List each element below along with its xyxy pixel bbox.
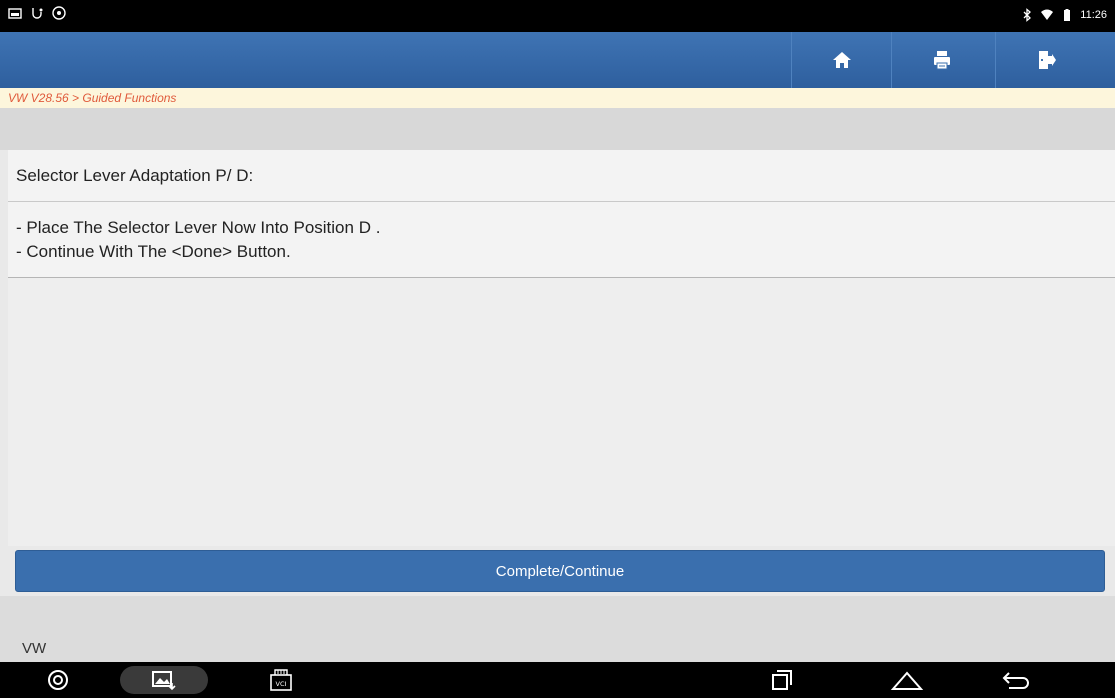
- back-button[interactable]: [996, 666, 1036, 694]
- bluetooth-icon: [1023, 8, 1032, 22]
- gallery-icon: [152, 671, 176, 691]
- content-panel: Selector Lever Adaptation P/ D: - Place …: [8, 150, 1115, 546]
- settings-notification-icon: [52, 6, 66, 20]
- app-toolbar: [0, 32, 1115, 88]
- breadcrumb: VW V28.56 > Guided Functions: [0, 88, 1115, 108]
- complete-continue-button[interactable]: Complete/Continue: [15, 550, 1105, 592]
- instruction-line: - Place The Selector Lever Now Into Posi…: [16, 218, 381, 237]
- print-button[interactable]: [891, 32, 992, 88]
- wifi-icon: [1041, 9, 1054, 20]
- function-title: Selector Lever Adaptation P/ D:: [8, 150, 1115, 202]
- instruction-text: - Place The Selector Lever Now Into Posi…: [8, 202, 1115, 278]
- home-nav-icon: [890, 671, 924, 690]
- browser-button[interactable]: [38, 666, 78, 694]
- vci-button[interactable]: VCI: [263, 666, 299, 694]
- home-nav-button[interactable]: [885, 666, 929, 694]
- status-time: 11:26: [1080, 9, 1107, 21]
- footer-bar: VW: [0, 596, 1115, 662]
- gallery-button[interactable]: [120, 666, 208, 694]
- recent-apps-button[interactable]: [762, 666, 802, 694]
- action-bar: Complete/Continue: [0, 546, 1115, 596]
- battery-icon: [1064, 9, 1071, 21]
- usb-debug-icon: [32, 8, 43, 19]
- vci-label: VCI: [276, 680, 287, 688]
- vehicle-label: VW: [22, 640, 47, 657]
- home-icon: [833, 52, 851, 68]
- exit-button[interactable]: [995, 32, 1096, 88]
- back-icon: [1002, 672, 1029, 689]
- navigation-bar: VCI: [0, 662, 1115, 698]
- chrome-icon: [48, 670, 68, 690]
- home-button[interactable]: [791, 32, 892, 88]
- status-bar: 11:26: [0, 0, 1115, 32]
- instruction-line: - Continue With The <Done> Button.: [16, 242, 291, 261]
- vci-icon: VCI: [270, 669, 292, 691]
- header-spacer: [0, 108, 1115, 150]
- recent-apps-icon: [772, 670, 792, 690]
- exit-icon: [1039, 51, 1056, 69]
- print-icon: [934, 51, 950, 70]
- screenshot-notification-icon: [8, 8, 22, 19]
